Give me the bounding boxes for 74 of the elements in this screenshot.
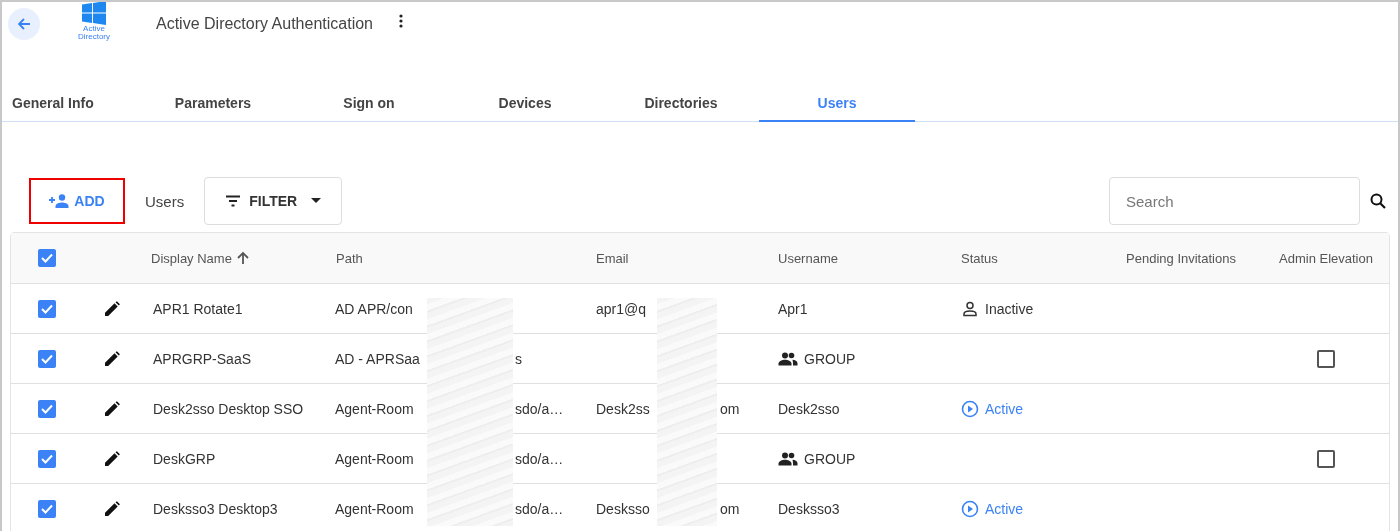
column-header: Admin Elevation bbox=[1278, 250, 1374, 266]
add-person-icon bbox=[49, 194, 70, 208]
back-arrow-icon bbox=[16, 16, 32, 32]
table-cell-text: sdo/a… bbox=[515, 450, 565, 467]
windows-logo-icon bbox=[82, 2, 106, 25]
page-title: Active Directory Authentication bbox=[156, 15, 373, 33]
tab[interactable]: Parameters bbox=[135, 86, 291, 122]
table-cell-text: Desk2ss bbox=[596, 400, 651, 417]
more-menu-button[interactable] bbox=[399, 14, 403, 28]
table-cell: GROUP bbox=[804, 350, 856, 367]
checkbox[interactable] bbox=[38, 249, 56, 267]
search-button[interactable] bbox=[1370, 193, 1386, 209]
more-icon bbox=[399, 14, 403, 28]
table-cell: Desksso3 bbox=[778, 500, 840, 517]
column-header: Pending Invitations bbox=[1125, 250, 1237, 266]
filter-button[interactable]: FILTER bbox=[204, 177, 343, 225]
person-icon bbox=[961, 299, 979, 318]
edit-icon[interactable] bbox=[104, 300, 120, 317]
table-cell-text: apr1@q bbox=[596, 300, 648, 317]
column-header: Email bbox=[595, 250, 630, 266]
table-cell: GROUP bbox=[804, 450, 856, 467]
status-text: Active bbox=[985, 500, 1024, 517]
checkbox[interactable] bbox=[38, 399, 56, 418]
table-cell-text: Desksso3 Desktop3 bbox=[152, 500, 279, 517]
play-circle-icon bbox=[961, 499, 979, 518]
table-cell-text: Agent-Room bbox=[335, 500, 415, 517]
table-cell-text: Agent-Room bbox=[335, 400, 415, 417]
caret-icon bbox=[311, 198, 322, 204]
table-cell-text: om bbox=[720, 500, 741, 517]
tab[interactable]: General Info bbox=[2, 86, 135, 122]
table-cell: Apr1 bbox=[778, 300, 808, 317]
table-cell-text: AD APR/con bbox=[335, 300, 414, 317]
column-header: Path bbox=[335, 250, 364, 266]
checkbox[interactable] bbox=[1317, 349, 1335, 368]
status-text: Inactive bbox=[985, 300, 1034, 317]
table-cell-text: Desk2sso Desktop SSO bbox=[152, 400, 305, 417]
tab[interactable]: Users bbox=[759, 86, 915, 122]
checkbox[interactable] bbox=[38, 349, 56, 368]
section-label: Users bbox=[145, 192, 185, 210]
status-text: Active bbox=[985, 400, 1024, 417]
table-cell-text: Agent-Room bbox=[335, 450, 415, 467]
search-icon bbox=[1370, 193, 1386, 209]
table-cell-text: AD - APRSaa bbox=[335, 350, 421, 367]
group-icon bbox=[778, 451, 798, 466]
table-cell-text: sdo/a… bbox=[515, 400, 565, 417]
add-button[interactable]: ADD bbox=[29, 178, 125, 224]
table-cell-text: Desksso bbox=[596, 500, 651, 517]
column-header: Status bbox=[960, 250, 999, 266]
column-header: Display Name bbox=[141, 250, 326, 266]
back-button[interactable] bbox=[8, 8, 40, 40]
filter-icon bbox=[225, 195, 242, 207]
tab[interactable]: Devices bbox=[447, 86, 603, 122]
edit-icon[interactable] bbox=[104, 350, 120, 367]
tab[interactable]: Sign on bbox=[291, 86, 447, 122]
checkbox[interactable] bbox=[38, 499, 56, 518]
group-icon bbox=[778, 351, 798, 366]
edit-icon[interactable] bbox=[104, 400, 120, 417]
logo-caption: Active Directory bbox=[77, 25, 111, 41]
table-cell-text: DeskGRP bbox=[152, 450, 217, 467]
edit-icon[interactable] bbox=[104, 450, 120, 467]
checkbox[interactable] bbox=[38, 449, 56, 468]
column-header: Username bbox=[777, 250, 839, 266]
table-cell-text: sdo/a… bbox=[515, 500, 565, 517]
table-cell-text: om bbox=[720, 400, 741, 417]
table-cell-text: s bbox=[515, 350, 523, 367]
play-circle-icon bbox=[961, 399, 979, 418]
table-cell: Desk2sso bbox=[778, 400, 840, 417]
tab[interactable]: Directories bbox=[603, 86, 759, 122]
table-cell-text: APR1 Rotate1 bbox=[152, 300, 244, 317]
edit-icon[interactable] bbox=[104, 500, 120, 517]
table-cell-text: APRGRP-SaaS bbox=[152, 350, 253, 367]
search-field[interactable]: Search bbox=[1109, 177, 1360, 225]
checkbox[interactable] bbox=[38, 299, 56, 318]
checkbox[interactable] bbox=[1317, 449, 1335, 468]
